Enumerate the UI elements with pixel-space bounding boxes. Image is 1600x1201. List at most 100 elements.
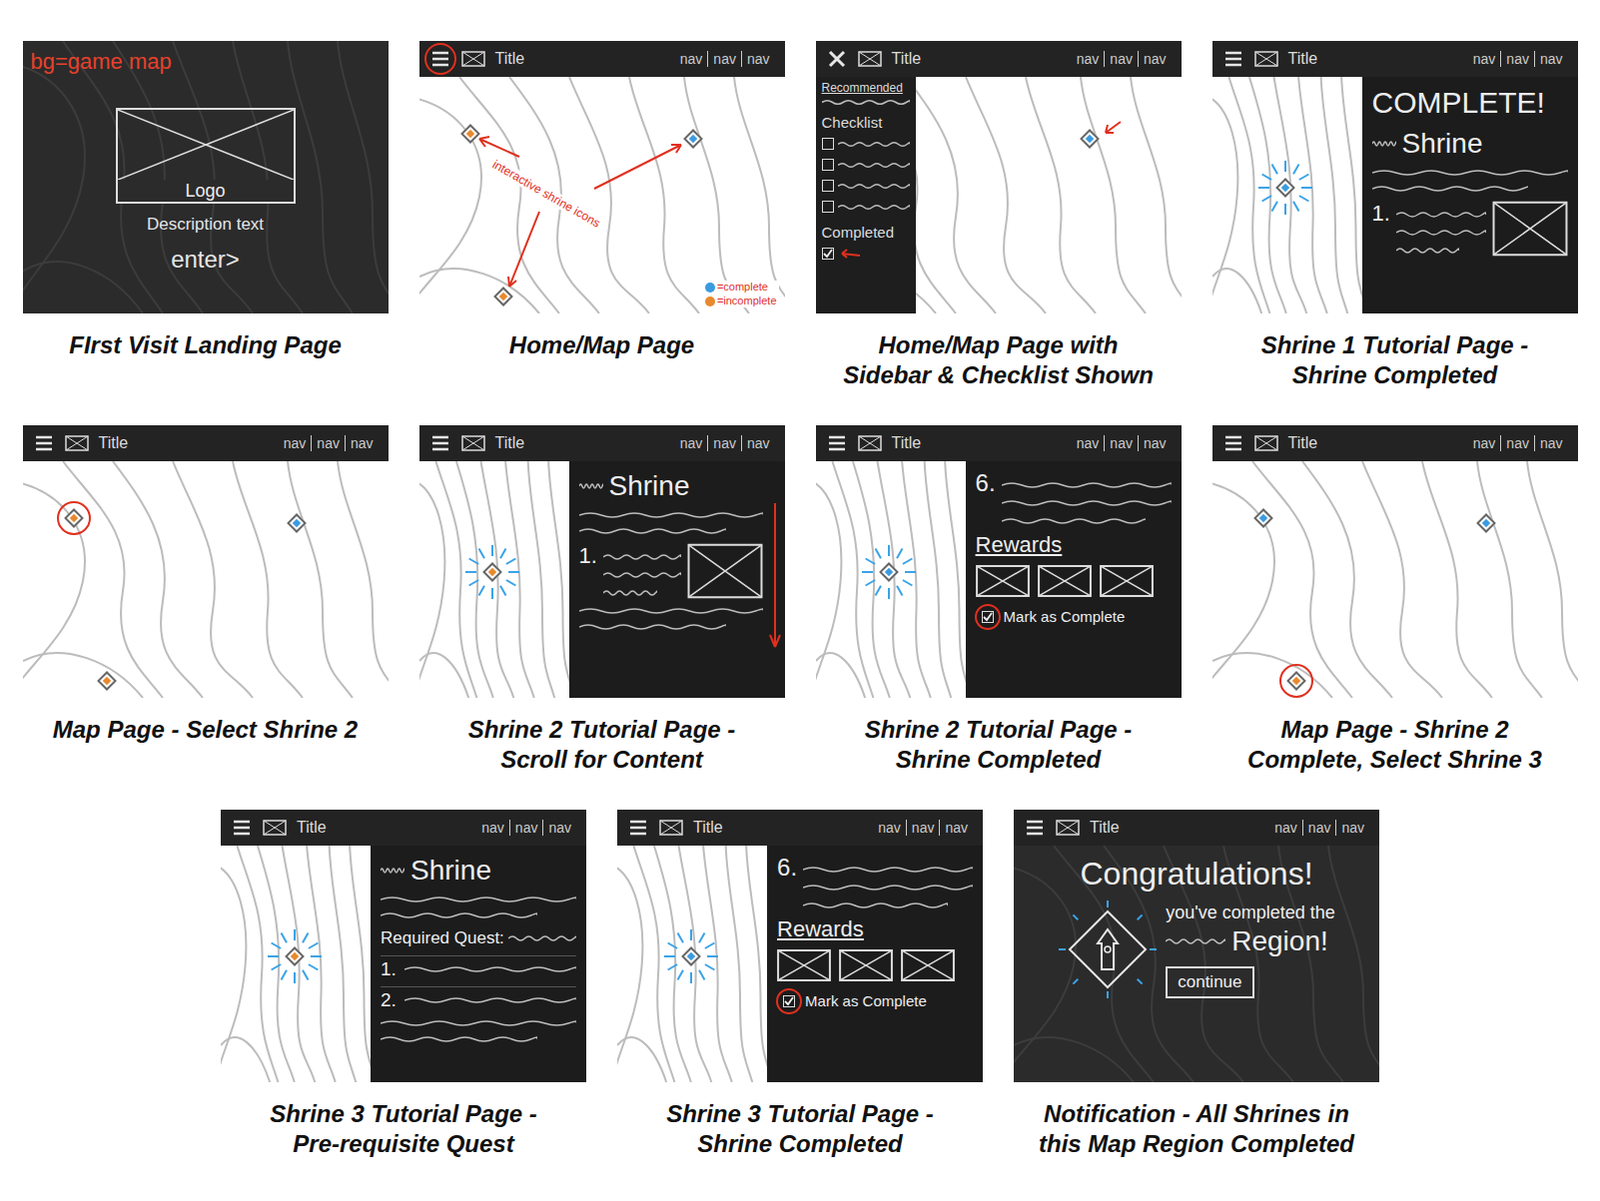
checklist-item[interactable] bbox=[821, 176, 910, 195]
checklist-item[interactable] bbox=[821, 197, 910, 216]
checkbox[interactable] bbox=[783, 995, 796, 1008]
shrine-pin[interactable] bbox=[1080, 129, 1099, 148]
nav-link[interactable]: nav bbox=[344, 435, 379, 452]
nav-link[interactable]: nav bbox=[1137, 50, 1172, 67]
incomplete-shrine-icon bbox=[493, 287, 514, 308]
enter-button[interactable]: enter> bbox=[170, 241, 240, 278]
menu-button[interactable] bbox=[1222, 47, 1245, 70]
nav-link[interactable]: nav bbox=[1468, 435, 1502, 452]
nav-link[interactable]: nav bbox=[1500, 50, 1535, 67]
menu-button[interactable] bbox=[825, 432, 848, 455]
menu-button[interactable] bbox=[429, 47, 452, 70]
game-map[interactable] bbox=[419, 76, 786, 314]
checkbox[interactable] bbox=[821, 247, 834, 260]
nav-link[interactable]: nav bbox=[872, 819, 906, 836]
menu-button[interactable] bbox=[1023, 816, 1046, 839]
menu-button[interactable] bbox=[1222, 432, 1245, 455]
nav-link[interactable]: nav bbox=[1468, 50, 1502, 67]
nav-link[interactable]: nav bbox=[707, 50, 742, 67]
checkbox[interactable] bbox=[821, 158, 834, 171]
nav-link[interactable]: nav bbox=[675, 50, 709, 67]
nav-link[interactable]: nav bbox=[476, 819, 510, 836]
shrine-pin[interactable] bbox=[285, 947, 304, 966]
nav-link[interactable]: nav bbox=[509, 819, 544, 836]
shrine-pin[interactable] bbox=[1254, 509, 1273, 528]
nav-link[interactable]: nav bbox=[1103, 435, 1138, 452]
game-map[interactable] bbox=[419, 461, 570, 699]
tutorial-pane[interactable]: 6.RewardsMark as Complete bbox=[767, 845, 983, 1083]
menu-button[interactable] bbox=[825, 47, 848, 70]
menu-button[interactable] bbox=[230, 816, 253, 839]
text-lines bbox=[1372, 166, 1569, 195]
checkbox[interactable] bbox=[821, 137, 834, 150]
storyboard-row: bg=game mapLogoDescription textenter>FIr… bbox=[0, 40, 1600, 426]
tutorial-pane[interactable]: COMPLETE!Shrine1. bbox=[1362, 76, 1579, 314]
logo-placeholder-icon bbox=[857, 50, 882, 67]
game-map[interactable] bbox=[1212, 76, 1363, 314]
storyboard-frame: TitlenavnavnavCongratulations!you've com… bbox=[1013, 809, 1380, 1195]
shrine-pin[interactable] bbox=[494, 287, 513, 306]
game-map[interactable] bbox=[815, 461, 966, 699]
mark-complete-checkbox[interactable]: Mark as Complete bbox=[777, 991, 973, 1012]
header-title: Title bbox=[296, 815, 327, 840]
nav-link[interactable]: nav bbox=[905, 819, 940, 836]
menu-button[interactable] bbox=[429, 432, 452, 455]
close-icon bbox=[827, 49, 846, 68]
nav-link[interactable]: nav bbox=[310, 435, 345, 452]
shrine-pin[interactable] bbox=[1276, 178, 1295, 197]
tutorial-pane[interactable]: Shrine1. bbox=[569, 461, 786, 699]
scribble-line bbox=[579, 511, 764, 520]
landing-page: bg=game mapLogoDescription textenter> bbox=[22, 40, 389, 314]
game-map[interactable] bbox=[220, 845, 371, 1083]
nav-link[interactable]: nav bbox=[938, 819, 973, 836]
completed-item[interactable] bbox=[821, 244, 910, 263]
checkbox[interactable] bbox=[821, 200, 834, 213]
nav-link[interactable]: nav bbox=[1302, 819, 1337, 836]
shrine-pin[interactable] bbox=[1477, 514, 1496, 533]
nav-link[interactable]: nav bbox=[707, 435, 742, 452]
shrine-pin[interactable] bbox=[287, 514, 306, 533]
mark-complete-checkbox[interactable]: Mark as Complete bbox=[975, 607, 1172, 628]
shrine-pin[interactable] bbox=[64, 509, 83, 528]
checkbox[interactable] bbox=[821, 179, 834, 192]
menu-button[interactable] bbox=[627, 816, 650, 839]
nav-link[interactable]: nav bbox=[278, 435, 312, 452]
shrine-pin[interactable] bbox=[1287, 672, 1306, 691]
nav-link[interactable]: nav bbox=[1534, 435, 1569, 452]
complete-shrine-icon bbox=[878, 562, 899, 583]
hamburger-icon bbox=[431, 435, 450, 452]
nav-link[interactable]: nav bbox=[1335, 819, 1370, 836]
checkbox[interactable] bbox=[981, 611, 994, 624]
nav-link[interactable]: nav bbox=[1137, 435, 1172, 452]
nav-link[interactable]: nav bbox=[1269, 819, 1303, 836]
nav-link[interactable]: nav bbox=[1103, 50, 1138, 67]
menu-button[interactable] bbox=[32, 432, 55, 455]
checklist-item[interactable] bbox=[821, 134, 910, 153]
nav-link[interactable]: nav bbox=[1500, 435, 1535, 452]
nav-link[interactable]: nav bbox=[741, 50, 776, 67]
tutorial-pane[interactable]: 6.RewardsMark as Complete bbox=[965, 461, 1182, 699]
hamburger-icon bbox=[1224, 50, 1243, 67]
sidebar: RecommendedChecklistCompleted bbox=[815, 76, 916, 314]
game-map[interactable] bbox=[617, 845, 768, 1083]
nav-link[interactable]: nav bbox=[741, 435, 776, 452]
nav-link[interactable]: nav bbox=[542, 819, 577, 836]
shrine-pin[interactable] bbox=[879, 563, 898, 582]
nav-link[interactable]: nav bbox=[675, 435, 709, 452]
nav-links: navnavnav bbox=[1071, 50, 1172, 67]
nav-link[interactable]: nav bbox=[1534, 50, 1569, 67]
game-map[interactable] bbox=[1212, 461, 1579, 699]
shrine-pin[interactable] bbox=[461, 124, 480, 143]
shrine-pin[interactable] bbox=[682, 947, 701, 966]
continue-button[interactable]: continue bbox=[1165, 966, 1254, 999]
nav-link[interactable]: nav bbox=[1071, 50, 1105, 67]
shrine-pin[interactable] bbox=[97, 672, 116, 691]
logo-placeholder-icon bbox=[64, 435, 89, 452]
shrine-pin[interactable] bbox=[684, 129, 703, 148]
checklist-item[interactable] bbox=[821, 155, 910, 174]
region-badge-icon bbox=[1057, 899, 1158, 1000]
game-map[interactable] bbox=[22, 461, 389, 699]
tutorial-pane[interactable]: ShrineRequired Quest:1.2. bbox=[370, 845, 587, 1083]
shrine-pin[interactable] bbox=[483, 563, 502, 582]
nav-link[interactable]: nav bbox=[1071, 435, 1105, 452]
